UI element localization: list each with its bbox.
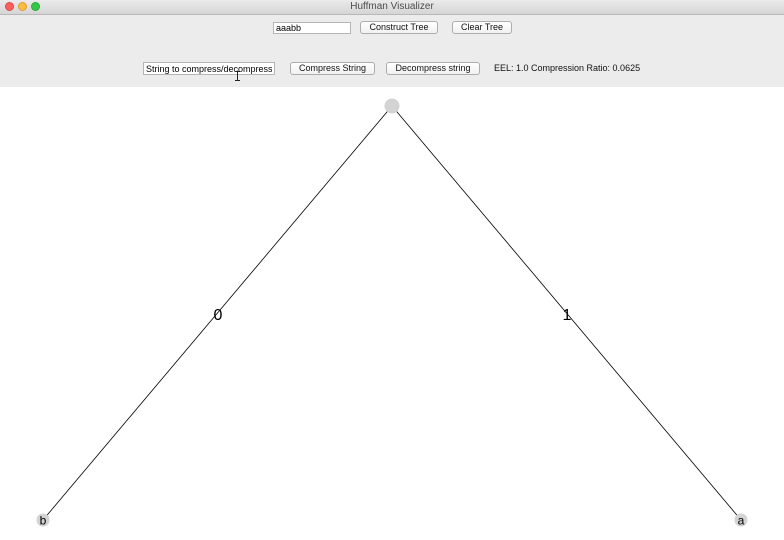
- left-edge-label: 0: [214, 307, 223, 324]
- leaf-node-b-label: b: [40, 514, 47, 528]
- control-panel: Construct Tree Clear Tree Compress Strin…: [0, 15, 784, 87]
- text-cursor-icon: [235, 71, 240, 81]
- compress-string-button[interactable]: Compress String: [290, 62, 375, 75]
- clear-tree-button[interactable]: Clear Tree: [452, 21, 512, 34]
- compression-status-text: EEL: 1.0 Compression Ratio: 0.0625: [494, 63, 641, 73]
- huffman-tree-diagram: 0 1 b a: [36, 98, 748, 528]
- decompress-string-button[interactable]: Decompress string: [386, 62, 480, 75]
- leaf-node-a-label: a: [738, 514, 745, 528]
- right-edge-label: 1: [563, 307, 572, 324]
- construct-tree-button[interactable]: Construct Tree: [360, 21, 438, 34]
- compress-string-input[interactable]: [143, 62, 275, 75]
- tree-string-input[interactable]: [273, 22, 351, 34]
- window-titlebar: Huffman Visualizer: [0, 0, 784, 15]
- root-node: [384, 98, 400, 114]
- tree-canvas: 0 1 b a: [0, 87, 784, 540]
- window-title: Huffman Visualizer: [350, 1, 434, 12]
